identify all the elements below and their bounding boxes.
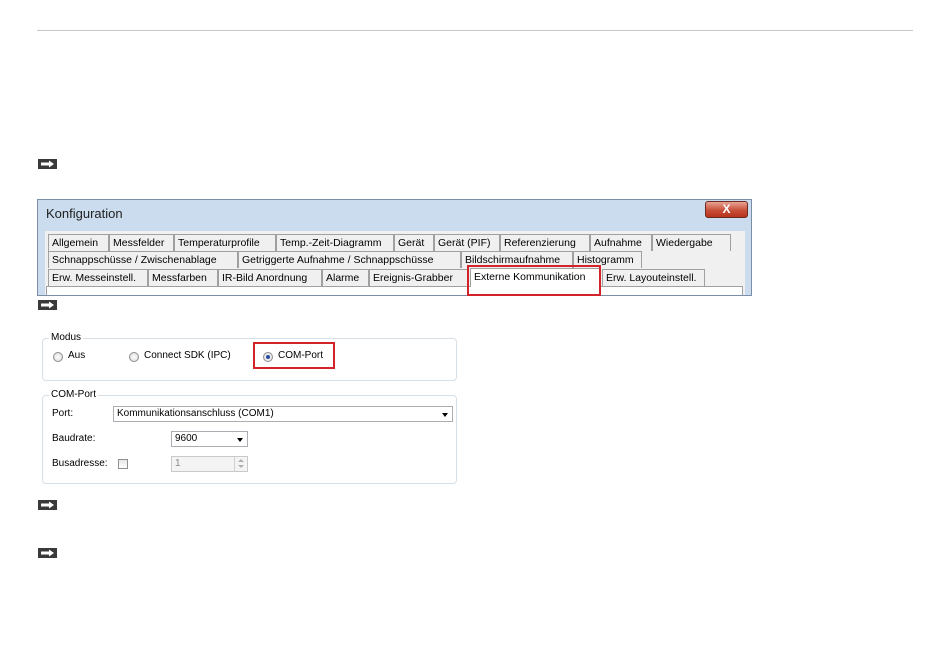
baudrate-label: Baudrate: [52, 433, 96, 444]
top-divider [37, 30, 913, 31]
baudrate-select[interactable]: 9600 [171, 431, 248, 447]
tab-temp-zeit-diagramm[interactable]: Temp.-Zeit-Diagramm [276, 234, 394, 251]
radio-aus-label: Aus [68, 350, 86, 361]
chevron-down-icon [237, 438, 243, 442]
busadresse-stepper[interactable]: 1 [171, 456, 248, 472]
com-port-legend: COM-Port [49, 389, 98, 400]
chevron-down-icon [238, 465, 244, 468]
port-select[interactable]: Kommunikationsanschluss (COM1) [113, 406, 453, 422]
tab-messfelder[interactable]: Messfelder [109, 234, 174, 251]
tab-wiedergabe[interactable]: Wiedergabe [652, 234, 731, 251]
tab-schnappschuesse[interactable]: Schnappschüsse / Zwischenablage [48, 251, 238, 268]
modus-legend: Modus [49, 332, 84, 343]
konfiguration-window: Konfiguration X Allgemein Messfelder Tem… [37, 199, 752, 296]
tab-messfarben[interactable]: Messfarben [148, 269, 218, 286]
baudrate-select-value: 9600 [175, 433, 198, 444]
radio-connect-sdk[interactable] [129, 352, 139, 362]
tab-control: Allgemein Messfelder Temperaturprofile T… [45, 231, 745, 295]
tab-alarme[interactable]: Alarme [322, 269, 369, 286]
port-label: Port: [52, 408, 74, 419]
arrow-right-icon [38, 548, 57, 558]
arrow-right-icon [38, 500, 57, 510]
highlight-active-tab [467, 265, 601, 296]
tab-referenzierung[interactable]: Referenzierung [500, 234, 590, 251]
close-button[interactable]: X [705, 201, 748, 218]
busadresse-value: 1 [175, 458, 181, 469]
tab-ereignis-grabber[interactable]: Ereignis-Grabber [369, 269, 468, 286]
arrow-right-icon [38, 159, 57, 169]
tab-allgemein[interactable]: Allgemein [48, 234, 109, 251]
modus-group: Modus Aus Connect SDK (IPC) COM-Port [42, 332, 457, 381]
highlight-com-port [253, 342, 335, 369]
com-port-group: COM-Port Port: Kommunikationsanschluss (… [42, 389, 457, 484]
chevron-up-icon [238, 459, 244, 462]
tab-erw-messeinstell[interactable]: Erw. Messeinstell. [48, 269, 148, 286]
tab-temperaturprofile[interactable]: Temperaturprofile [174, 234, 276, 251]
chevron-down-icon [442, 413, 448, 417]
arrow-right-icon [38, 300, 57, 310]
radio-connect-sdk-label: Connect SDK (IPC) [144, 350, 231, 361]
tab-panel [46, 286, 743, 295]
tab-erw-layouteinstell[interactable]: Erw. Layouteinstell. [602, 269, 705, 286]
radio-aus[interactable] [53, 352, 63, 362]
tab-ir-bild-anordnung[interactable]: IR-Bild Anordnung [218, 269, 322, 286]
tab-geraet[interactable]: Gerät [394, 234, 434, 251]
window-title: Konfiguration [46, 206, 123, 221]
busadresse-checkbox[interactable] [118, 459, 128, 469]
stepper-buttons[interactable] [234, 457, 247, 471]
tab-getriggerte-aufnahme[interactable]: Getriggerte Aufnahme / Schnappschüsse [238, 251, 461, 268]
tab-geraet-pif[interactable]: Gerät (PIF) [434, 234, 500, 251]
busadresse-label: Busadresse: [52, 458, 108, 469]
port-select-value: Kommunikationsanschluss (COM1) [117, 408, 274, 419]
close-icon: X [722, 202, 731, 216]
tab-aufnahme[interactable]: Aufnahme [590, 234, 652, 251]
